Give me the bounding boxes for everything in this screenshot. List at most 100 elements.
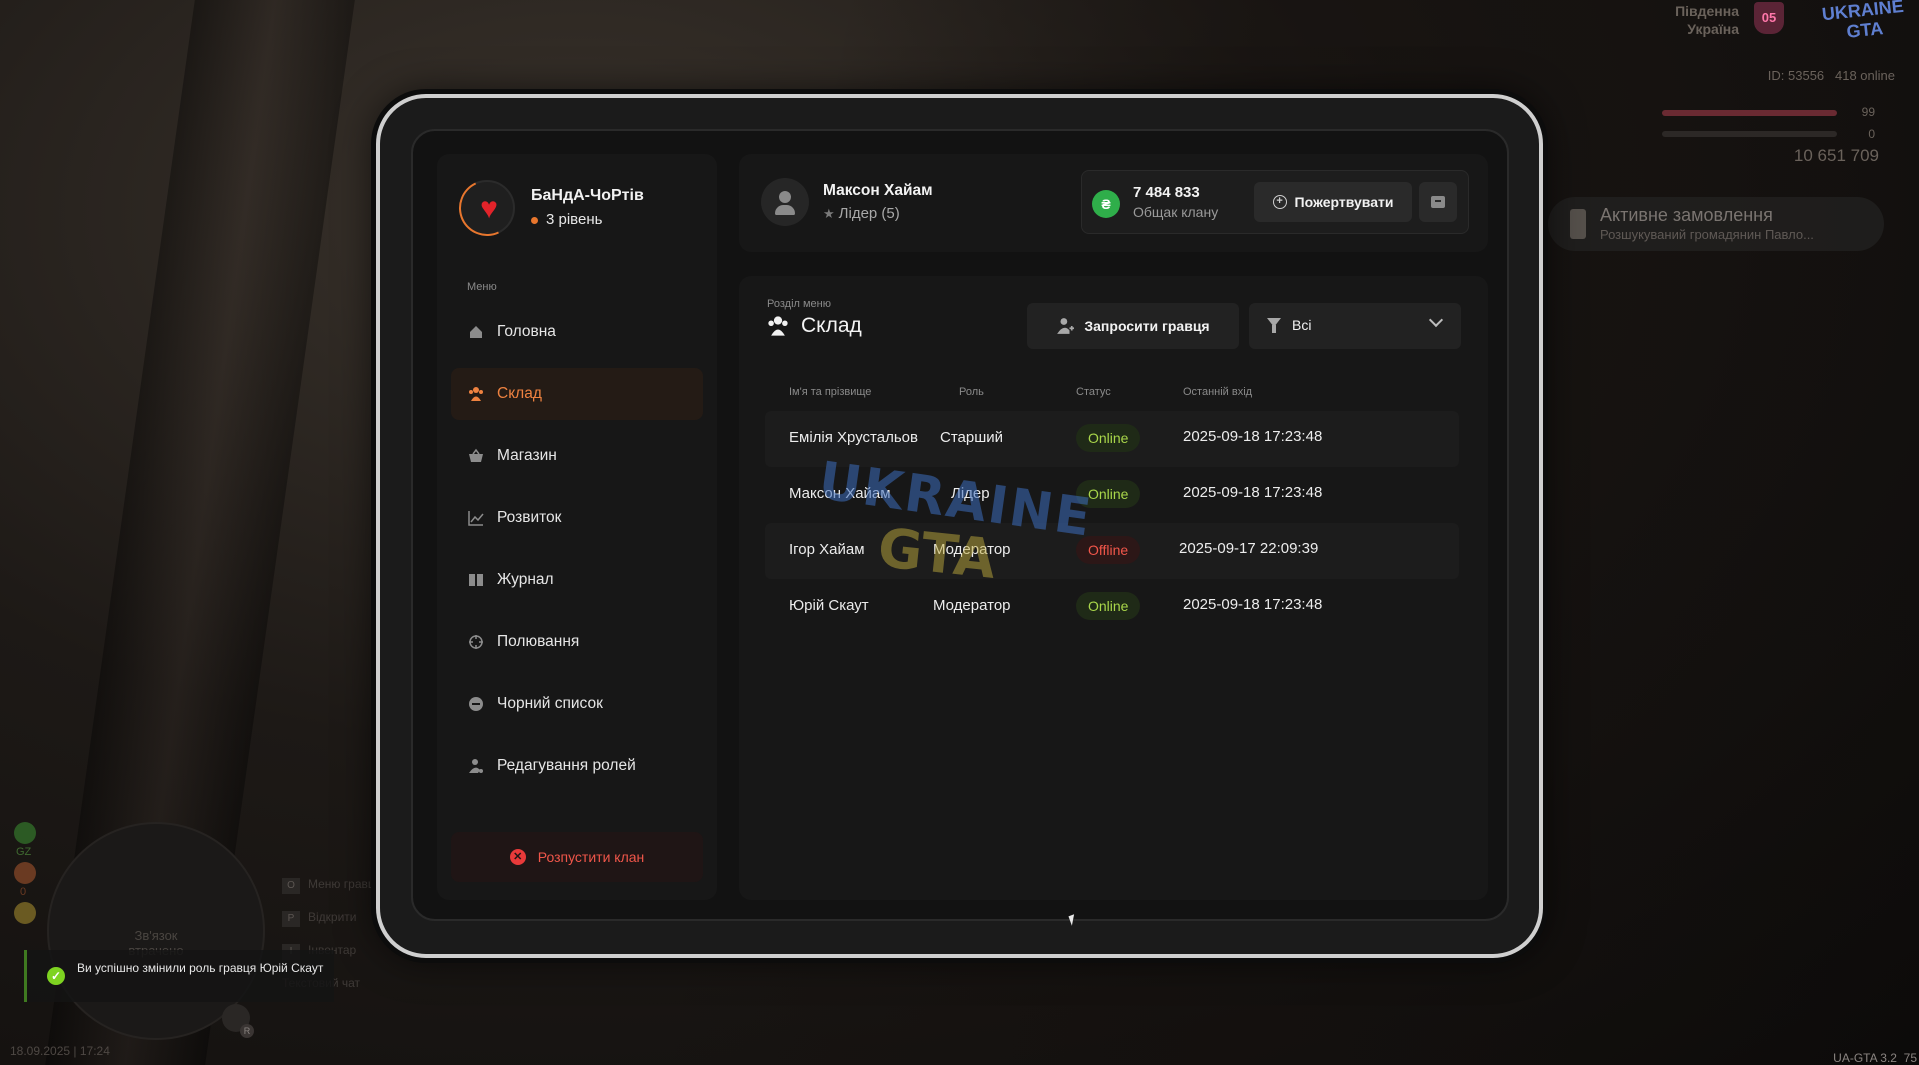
sidebar-nav: Головна Склад Магазин Розвиток Журнал По…: [451, 306, 703, 802]
table-row[interactable]: Максон Хайам Лідер Online 2025-09-18 17:…: [765, 467, 1459, 523]
member-role: Модератор: [933, 541, 1011, 558]
section-caption: Розділ меню: [767, 298, 831, 310]
level-dot: [531, 216, 538, 224]
donate-label: Пожертвувати: [1294, 194, 1394, 210]
armor-bar: [1662, 131, 1837, 137]
hryvnia-coin-icon: ₴: [1092, 190, 1120, 218]
avatar-head: [779, 191, 791, 203]
key-cap: P: [282, 911, 300, 927]
player-id-value: ID: 53556: [1767, 68, 1825, 83]
chevron-down-icon: [1428, 312, 1444, 328]
active-order-widget: Активне замовлення Розшукуваний громадян…: [1548, 197, 1884, 251]
sidebar-item-role-editing[interactable]: Редагування ролей: [451, 740, 703, 792]
minimap-status-line-1: Зв'язок: [134, 928, 178, 943]
sidebar-item-shop[interactable]: Магазин: [451, 430, 703, 482]
sidebar-item-members[interactable]: Склад: [451, 368, 703, 420]
microphone-icon: R: [222, 1004, 254, 1038]
user-role: ★ Лідер (5): [823, 205, 900, 222]
keybind-label: Меню гравця: [308, 877, 382, 891]
header-card: Максон Хайам ★ Лідер (5) ₴ 7 484 833 Обща…: [739, 154, 1488, 252]
active-order-title: Активне замовлення: [1600, 205, 1773, 225]
clan-avatar: ♥: [451, 172, 523, 244]
member-name: Юрій Скаут: [789, 597, 869, 614]
region-badge: 05: [1754, 2, 1784, 34]
table-row[interactable]: Юрій Скаут Модератор Online 2025-09-18 1…: [765, 579, 1459, 635]
member-role: Лідер: [951, 485, 990, 502]
column-header-role: Роль: [959, 386, 984, 398]
column-header-name: Ім'я та прізвище: [789, 386, 872, 398]
health-value: 99: [1861, 105, 1875, 119]
minimap-status-icons: GZ 0: [14, 822, 36, 932]
keybind-row: P Відкрити: [282, 901, 381, 934]
clan-panel: ♥ БаНдА-ЧоРтів 3 рівень Меню Головна Скл…: [411, 129, 1509, 921]
sidebar-item-label: Журнал: [497, 571, 554, 588]
sidebar-item-label: Головна: [497, 323, 556, 340]
table-row[interactable]: Емілія Хрустальов Старший Online 2025-09…: [765, 411, 1459, 467]
sidebar-item-home[interactable]: Головна: [451, 306, 703, 358]
members-table: Емілія Хрустальов Старший Online 2025-09…: [765, 411, 1459, 635]
clan-level-text: 3 рівень: [546, 211, 603, 228]
clan-level: 3 рівень: [531, 211, 602, 228]
sidebar-item-blacklist[interactable]: Чорний список: [451, 678, 703, 730]
members-section: Розділ меню Склад Запросити гравця Всі І…: [739, 276, 1488, 900]
fps-counter: 75: [1903, 1051, 1917, 1065]
basket-icon: [467, 447, 485, 465]
keybind-row: O Меню гравця: [282, 868, 381, 901]
chart-icon: [467, 509, 485, 527]
home-icon: [467, 323, 485, 341]
user-edit-icon: [467, 757, 485, 775]
region-label: Південна Україна: [1675, 2, 1739, 38]
toast-message: Ви успішно змінили роль гравця Юрій Скау…: [77, 961, 324, 975]
version-label: UA-GTA 3.2 75: [1833, 1051, 1917, 1065]
zone-label: GZ: [16, 846, 32, 858]
sidebar-item-label: Розвиток: [497, 509, 562, 526]
sidebar-item-development[interactable]: Розвиток: [451, 492, 703, 544]
menu-caption: Меню: [467, 281, 497, 293]
heart-icon: ♥: [480, 192, 498, 225]
add-user-icon: [1056, 317, 1075, 335]
player-id: ID: 53556 418 online: [1768, 68, 1895, 83]
box-icon: [1431, 196, 1445, 208]
page-title: Склад: [767, 314, 862, 338]
avatar-body: [775, 205, 795, 215]
sidebar-item-label: Полювання: [497, 633, 580, 650]
target-icon: [467, 633, 485, 651]
active-order-subtitle: Розшукуваний громадянин Павло...: [1600, 227, 1814, 242]
status-badge: Offline: [1076, 536, 1141, 564]
page-title-text: Склад: [801, 314, 862, 337]
disband-clan-button[interactable]: ✕ Розпустити клан: [451, 832, 703, 882]
status-badge: Online: [1076, 424, 1141, 452]
datetime: 18.09.2025 | 17:24: [10, 1044, 110, 1058]
storage-button[interactable]: [1419, 182, 1457, 222]
sidebar-item-label: Магазин: [497, 447, 557, 464]
shield-icon: [14, 822, 36, 844]
invite-player-button[interactable]: Запросити гравця: [1027, 303, 1239, 349]
money-value: 10 651 709: [1793, 146, 1879, 165]
region-line-1: Південна: [1675, 3, 1739, 19]
table-row[interactable]: Ігор Хайам Модератор Offline 2025-09-17 …: [765, 523, 1459, 579]
bank-caption: Общак клану: [1133, 204, 1219, 220]
members-icon: [467, 385, 485, 403]
sidebar-item-label: Редагування ролей: [497, 757, 636, 774]
clan-bank: ₴ 7 484 833 Общак клану + Пожертвувати: [1081, 170, 1469, 234]
member-name: Максон Хайам: [789, 485, 891, 502]
user-name: Максон Хайам: [823, 182, 933, 199]
keybind-label: Відкрити: [308, 910, 357, 924]
check-icon: ✓: [47, 967, 65, 985]
clan-name: БаНдА-ЧоРтів: [531, 187, 644, 204]
avatar: [761, 178, 809, 226]
member-last-login: 2025-09-18 17:23:48: [1183, 596, 1323, 613]
version: UA-GTA 3.2: [1833, 1051, 1897, 1065]
filter-icon: [1267, 318, 1281, 333]
sidebar: ♥ БаНдА-ЧоРтів 3 рівень Меню Головна Скл…: [437, 154, 717, 900]
sidebar-item-journal[interactable]: Журнал: [451, 554, 703, 606]
status-badge: Online: [1076, 592, 1141, 620]
invite-player-label: Запросити гравця: [1084, 318, 1210, 334]
bank-amount: 7 484 833: [1133, 184, 1200, 201]
health-bar: [1662, 110, 1837, 116]
donate-button[interactable]: + Пожертвувати: [1254, 182, 1412, 222]
status-filter-select[interactable]: Всі: [1249, 303, 1461, 349]
wanted-count: 0: [20, 886, 27, 898]
plus-circle-icon: +: [1272, 195, 1287, 209]
sidebar-item-hunting[interactable]: Полювання: [451, 616, 703, 668]
